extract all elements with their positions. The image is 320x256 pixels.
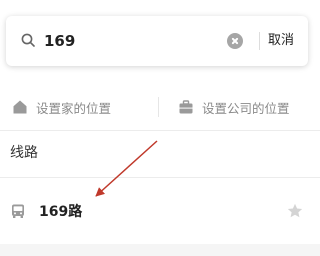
set-company-button[interactable]: 设置公司的位置 — [178, 90, 290, 124]
set-home-button[interactable]: 设置家的位置 — [12, 90, 111, 124]
bottom-strip — [0, 244, 320, 256]
home-icon — [13, 100, 27, 114]
cancel-button[interactable]: 取消 — [268, 29, 294, 53]
search-icon — [21, 33, 35, 47]
home-label: 设置家的位置 — [36, 100, 112, 116]
divider — [158, 97, 159, 117]
search-input[interactable] — [44, 29, 214, 53]
quick-locations: 设置家的位置 设置公司的位置 — [0, 90, 320, 124]
divider — [0, 177, 320, 178]
star-icon[interactable] — [286, 202, 304, 220]
clear-icon[interactable] — [227, 33, 243, 49]
section-title: 线路 — [10, 145, 38, 161]
divider — [0, 130, 320, 131]
company-label: 设置公司的位置 — [202, 100, 290, 116]
route-name: 169路 — [39, 204, 83, 220]
bus-icon — [12, 204, 24, 218]
briefcase-icon — [179, 100, 193, 114]
list-item[interactable]: 169路 — [0, 188, 320, 234]
divider — [259, 32, 260, 50]
search-bar: 取消 — [6, 16, 308, 66]
